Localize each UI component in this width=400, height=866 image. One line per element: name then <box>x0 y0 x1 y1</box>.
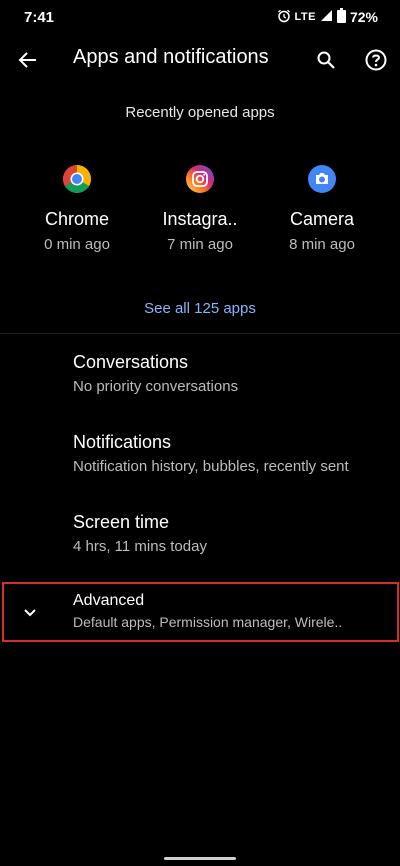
setting-summary: Notification history, bubbles, recently … <box>73 458 349 475</box>
recent-app-time: 0 min ago <box>44 236 110 253</box>
status-bar: 7:41 LTE 72% <box>0 0 400 34</box>
setting-notifications[interactable]: Notifications Notification history, bubb… <box>0 432 400 494</box>
setting-conversations[interactable]: Conversations No priority conversations <box>0 352 400 414</box>
signal-icon <box>320 9 333 25</box>
recent-app-chrome[interactable]: Chrome 0 min ago <box>22 162 132 253</box>
recent-app-name: Camera <box>289 209 355 229</box>
arrow-left-icon <box>18 52 36 68</box>
recent-app-camera[interactable]: Camera 8 min ago <box>267 162 377 253</box>
setting-summary: 4 hrs, 11 mins today <box>73 538 207 555</box>
app-bar: Apps and notifications <box>0 34 400 86</box>
setting-screen-time[interactable]: Screen time 4 hrs, 11 mins today <box>0 512 400 574</box>
recent-app-name: Chrome <box>44 209 110 229</box>
recent-app-time: 7 min ago <box>167 236 233 253</box>
page-title: Apps and notifications <box>73 46 269 68</box>
status-time: 7:41 <box>24 8 55 26</box>
battery-percent: 72% <box>349 9 378 25</box>
recent-app-time: 8 min ago <box>289 236 355 253</box>
search-icon <box>317 51 335 69</box>
recent-apps-row: Chrome 0 min ago Instagra.. 7 min ago Ca… <box>0 162 400 262</box>
setting-title: Screen time <box>73 512 170 532</box>
recent-app-instagram[interactable]: Instagra.. 7 min ago <box>145 162 255 253</box>
instagram-icon <box>186 165 214 193</box>
search-button[interactable] <box>310 44 342 76</box>
divider <box>0 333 400 334</box>
recent-app-name: Instagra.. <box>162 209 238 229</box>
help-button[interactable] <box>360 44 392 76</box>
battery-icon <box>336 8 346 26</box>
chrome-icon <box>63 165 91 193</box>
setting-summary: Default apps, Permission manager, Wirele… <box>73 614 343 630</box>
network-type: LTE <box>294 11 316 23</box>
setting-advanced[interactable]: Advanced Default apps, Permission manage… <box>0 592 400 640</box>
help-icon <box>365 49 387 71</box>
setting-summary: No priority conversations <box>73 378 239 395</box>
see-all-apps-link[interactable]: See all 125 apps <box>0 300 400 317</box>
alarm-icon <box>277 9 291 26</box>
setting-title: Conversations <box>73 352 189 372</box>
setting-title: Notifications <box>73 432 172 452</box>
home-indicator[interactable] <box>164 857 236 860</box>
back-button[interactable] <box>12 44 44 76</box>
screen: 7:41 LTE 72% Apps and notifications Rece… <box>0 0 400 866</box>
status-icons: LTE 72% <box>277 8 378 26</box>
setting-title: Advanced <box>73 592 145 609</box>
recent-apps-heading: Recently opened apps <box>125 104 275 121</box>
camera-icon <box>308 165 336 193</box>
